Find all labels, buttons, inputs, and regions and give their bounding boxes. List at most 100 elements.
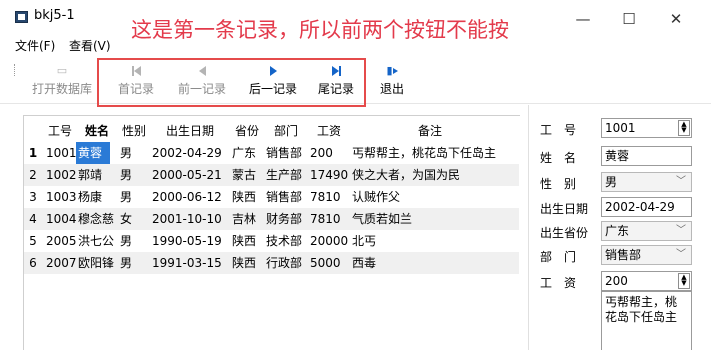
cell-name[interactable]: 郭靖: [78, 164, 120, 186]
table-row[interactable]: 3 1003 杨康男 2000-06-12 陕西 销售部 7810 认贼作父: [24, 186, 519, 208]
name-value: 黄蓉: [605, 149, 630, 163]
table-row[interactable]: 4 1004 穆念慈女 2001-10-10 吉林 财务部 7810 气质若如兰: [24, 208, 519, 230]
cell-name[interactable]: 欧阳锋: [78, 252, 120, 274]
birthdate-field[interactable]: 2002-04-29: [601, 197, 692, 217]
cell-name[interactable]: 杨康: [78, 186, 120, 208]
cell-dept[interactable]: 财务部: [266, 208, 310, 230]
cell-birthdate[interactable]: 1991-03-15: [152, 252, 232, 274]
cell-gender[interactable]: 男: [120, 164, 152, 186]
employee-id-value: 1001: [605, 121, 636, 135]
cell-birthdate[interactable]: 2000-05-21: [152, 164, 232, 186]
cell-salary[interactable]: 17490: [310, 164, 352, 186]
cell-gender[interactable]: 男: [120, 142, 152, 164]
cell-province[interactable]: 陕西: [232, 252, 266, 274]
cell-salary[interactable]: 20000: [310, 230, 352, 252]
cell-gender[interactable]: 男: [120, 252, 152, 274]
records-table[interactable]: 工号 姓名 性别 出生日期 省份 部门 工资 备注 1 1001 黄蓉男 2002-0…: [23, 115, 520, 350]
birth-province-select[interactable]: 广东 ﹀: [601, 221, 692, 241]
table-row[interactable]: 6 2007 欧阳锋男 1991-03-15 陕西 行政部 5000 西毒: [24, 252, 519, 274]
col-header-remark[interactable]: 备注: [350, 120, 510, 142]
menu-view[interactable]: 查看(V): [69, 37, 111, 54]
name-field[interactable]: 黄蓉: [601, 146, 692, 166]
employee-id-spinbox[interactable]: 1001 ▲ ▼: [601, 118, 692, 138]
cell-id[interactable]: 1001: [46, 142, 78, 164]
title-bar: bkj5-1 这是第一条记录，所以前两个按钮不能按 — ☐ ✕: [0, 0, 711, 42]
row-number[interactable]: 2: [24, 164, 42, 186]
cell-id[interactable]: 1004: [46, 208, 78, 230]
gender-select[interactable]: 男 ﹀: [601, 172, 692, 192]
name-label: 姓 名: [540, 151, 577, 165]
cell-id[interactable]: 1003: [46, 186, 78, 208]
col-header-province[interactable]: 省份: [230, 120, 264, 142]
cell-remark[interactable]: 丐帮帮主，桃花岛下任岛主: [352, 142, 512, 164]
cell-remark[interactable]: 认贼作父: [352, 186, 512, 208]
open-db-button[interactable]: ▭ 打开数据库: [28, 56, 96, 104]
col-header-gender[interactable]: 性别: [118, 120, 150, 142]
cell-dept[interactable]: 销售部: [266, 142, 310, 164]
gender-label: 性 别: [540, 177, 577, 191]
cell-name[interactable]: 穆念慈: [78, 208, 120, 230]
window-title: bkj5-1: [34, 8, 75, 23]
department-select[interactable]: 销售部 ﹀: [601, 245, 692, 265]
close-button[interactable]: ✕: [659, 8, 693, 30]
salary-spinbox[interactable]: 200 ▲ ▼: [601, 271, 692, 291]
menu-file[interactable]: 文件(F): [15, 37, 55, 54]
row-number[interactable]: 3: [24, 186, 42, 208]
cell-name[interactable]: 洪七公: [78, 230, 120, 252]
cell-province[interactable]: 陕西: [232, 230, 266, 252]
exit-label: 退出: [379, 82, 404, 96]
birth-province-value: 广东: [605, 224, 630, 238]
remark-memo[interactable]: 丐帮帮主，桃花岛下任岛主: [601, 291, 692, 350]
cell-salary[interactable]: 5000: [310, 252, 352, 274]
cell-id[interactable]: 1002: [46, 164, 78, 186]
cell-remark[interactable]: 西毒: [352, 252, 512, 274]
row-number[interactable]: 4: [24, 208, 42, 230]
cell-province[interactable]: 蒙古: [232, 164, 266, 186]
cell-birthdate[interactable]: 2001-10-10: [152, 208, 232, 230]
cell-province[interactable]: 陕西: [232, 186, 266, 208]
cell-birthdate[interactable]: 1990-05-19: [152, 230, 232, 252]
cell-remark[interactable]: 北丐: [352, 230, 512, 252]
col-header-id[interactable]: 工号: [44, 120, 76, 142]
cell-salary[interactable]: 200: [310, 142, 352, 164]
cell-dept[interactable]: 销售部: [266, 186, 310, 208]
cell-birthdate[interactable]: 2002-04-29: [152, 142, 232, 164]
salary-value: 200: [605, 274, 628, 288]
cell-name[interactable]: 黄蓉: [76, 142, 110, 164]
cell-gender[interactable]: 男: [120, 230, 152, 252]
cell-remark[interactable]: 侠之大者，为国为民: [352, 164, 512, 186]
cell-salary[interactable]: 7810: [310, 208, 352, 230]
col-header-birthdate[interactable]: 出生日期: [150, 120, 230, 142]
row-number[interactable]: 5: [24, 230, 42, 252]
cell-gender[interactable]: 女: [120, 208, 152, 230]
table-row[interactable]: 2 1002 郭靖男 2000-05-21 蒙古 生产部 17490 侠之大者，为国为民: [24, 164, 519, 186]
cell-dept[interactable]: 技术部: [266, 230, 310, 252]
chevron-down-icon[interactable]: ﹀: [676, 246, 686, 264]
cell-salary[interactable]: 7810: [310, 186, 352, 208]
cell-birthdate[interactable]: 2000-06-12: [152, 186, 232, 208]
chevron-down-icon[interactable]: ﹀: [676, 173, 686, 191]
row-number[interactable]: 1: [24, 142, 42, 164]
col-header-dept[interactable]: 部门: [264, 120, 308, 142]
cell-dept[interactable]: 生产部: [266, 164, 310, 186]
cell-province[interactable]: 广东: [232, 142, 266, 164]
cell-id[interactable]: 2007: [46, 252, 78, 274]
cell-dept[interactable]: 行政部: [266, 252, 310, 274]
table-row[interactable]: 1 1001 黄蓉男 2002-04-29 广东 销售部 200 丐帮帮主，桃花岛下任岛主: [24, 142, 519, 164]
table-row[interactable]: 5 2005 洪七公男 1990-05-19 陕西 技术部 20000 北丐: [24, 230, 519, 252]
row-number[interactable]: 6: [24, 252, 42, 274]
annotation-text: 这是第一条记录，所以前两个按钮不能按: [131, 18, 509, 42]
minimize-button[interactable]: —: [566, 8, 600, 30]
exit-button[interactable]: ▮ 退出: [374, 56, 410, 104]
cell-id[interactable]: 2005: [46, 230, 78, 252]
chevron-down-icon[interactable]: ﹀: [676, 222, 686, 240]
toolbar-grip: [14, 64, 16, 76]
spin-arrows-icon[interactable]: ▲ ▼: [678, 273, 690, 289]
spin-arrows-icon[interactable]: ▲ ▼: [678, 120, 690, 136]
maximize-button[interactable]: ☐: [612, 8, 646, 30]
cell-remark[interactable]: 气质若如兰: [352, 208, 512, 230]
col-header-name[interactable]: 姓名: [76, 120, 118, 142]
cell-province[interactable]: 吉林: [232, 208, 266, 230]
col-header-salary[interactable]: 工资: [308, 120, 350, 142]
cell-gender[interactable]: 男: [120, 186, 152, 208]
